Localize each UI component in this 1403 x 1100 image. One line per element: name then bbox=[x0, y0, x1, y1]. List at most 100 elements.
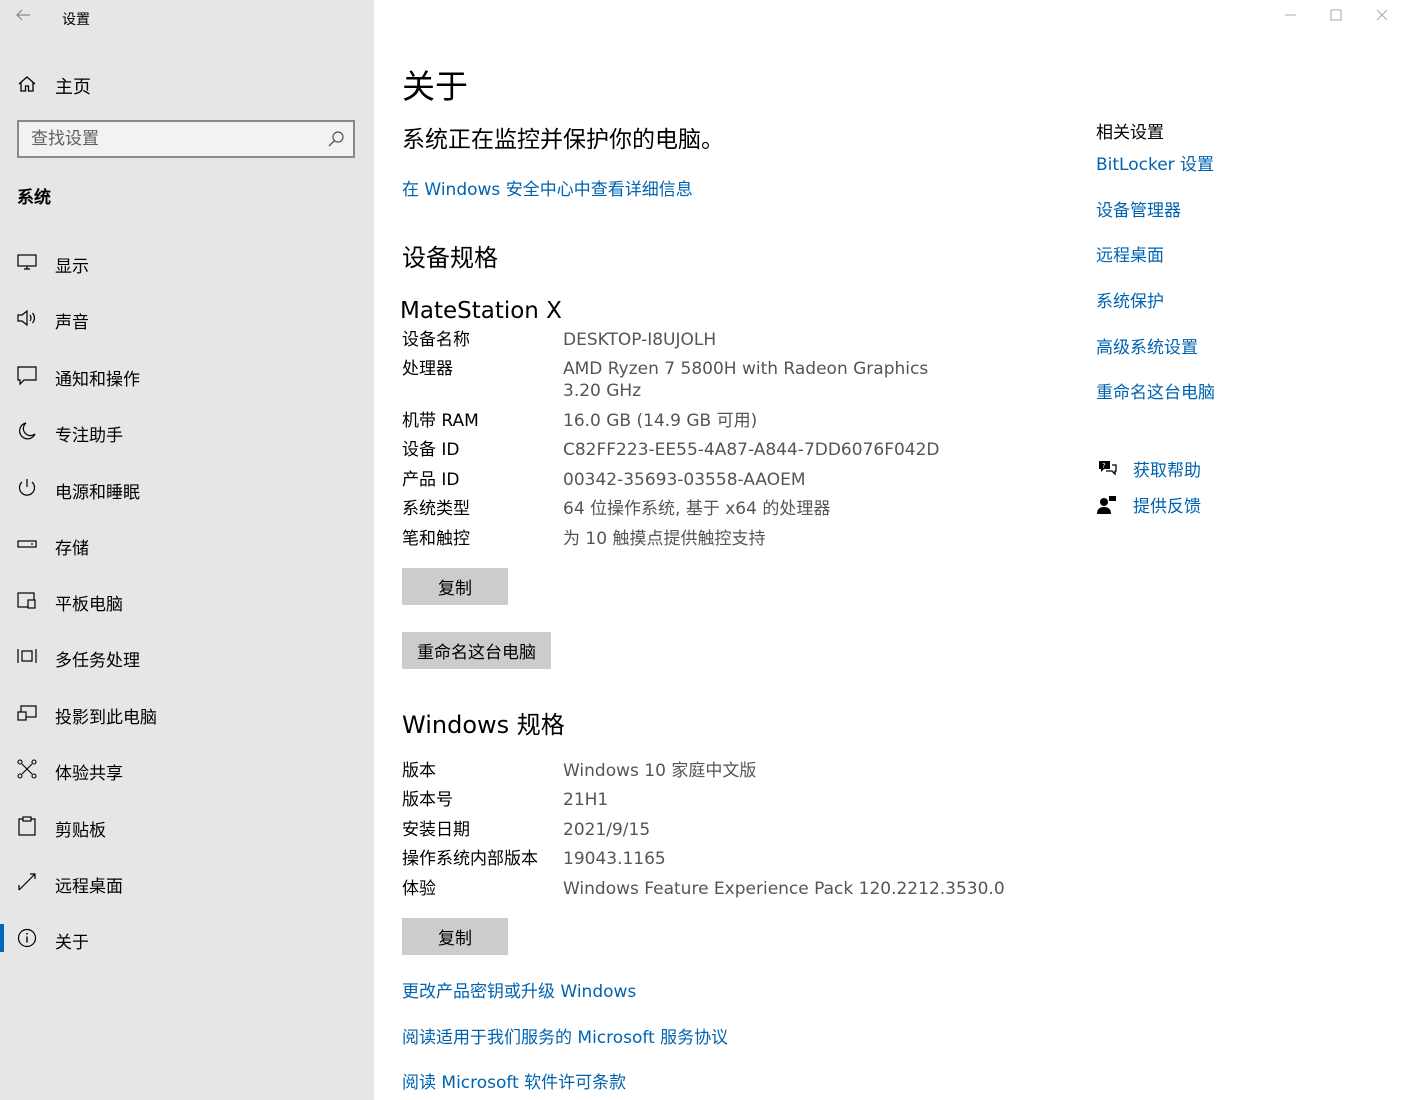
related-link-remote-desktop[interactable]: 远程桌面 bbox=[1096, 241, 1164, 266]
spec-value: Windows Feature Experience Pack 120.2212… bbox=[563, 879, 1005, 899]
app-title: 设置 bbox=[62, 12, 90, 28]
sidebar-item-label: 投影到此电脑 bbox=[55, 708, 157, 728]
sidebar-item-label: 多任务处理 bbox=[55, 651, 140, 671]
sidebar-item-label: 剪贴板 bbox=[55, 821, 106, 841]
spec-value: Windows 10 家庭中文版 bbox=[563, 761, 757, 781]
related-link-system-protection[interactable]: 系统保护 bbox=[1096, 287, 1164, 312]
device-spec-heading: 设备规格 bbox=[402, 244, 498, 272]
sidebar-item-power-sleep[interactable]: 电源和睡眠 bbox=[0, 466, 374, 510]
sidebar-item-label: 通知和操作 bbox=[55, 370, 140, 390]
clipboard-icon bbox=[18, 816, 36, 836]
storage-icon bbox=[17, 540, 37, 548]
home-icon bbox=[18, 76, 36, 92]
notification-icon bbox=[17, 366, 37, 386]
sidebar-item-display[interactable]: 显示 bbox=[0, 240, 374, 284]
rename-pc-button[interactable]: 重命名这台电脑 bbox=[402, 632, 551, 669]
protection-status: 系统正在监控并保护你的电脑。 bbox=[402, 127, 724, 153]
spec-value: 2021/9/15 bbox=[563, 820, 651, 840]
get-help-row[interactable]: ? 获取帮助 bbox=[1096, 456, 1316, 484]
spec-key: 设备名称 bbox=[402, 330, 470, 350]
sidebar-item-label: 电源和睡眠 bbox=[55, 483, 140, 503]
sidebar-item-label: 声音 bbox=[55, 313, 89, 333]
sidebar-item-remote-desktop[interactable]: 远程桌面 bbox=[0, 860, 374, 904]
sidebar-item-label: 体验共享 bbox=[55, 764, 123, 784]
spec-key: 操作系统内部版本 bbox=[402, 849, 538, 869]
spec-key: 笔和触控 bbox=[402, 529, 470, 549]
sidebar: 设置 主页 系统 显示 声音 通知和操作 bbox=[0, 0, 374, 1100]
copy-windows-spec-button[interactable]: 复制 bbox=[402, 918, 508, 955]
sidebar-item-label: 专注助手 bbox=[55, 426, 123, 446]
spec-key: 体验 bbox=[402, 879, 436, 899]
back-arrow-icon[interactable] bbox=[14, 6, 32, 24]
speaker-icon bbox=[17, 309, 36, 327]
multitask-icon bbox=[17, 649, 37, 663]
spec-value: 19043.1165 bbox=[563, 849, 666, 869]
spec-value: 21H1 bbox=[563, 790, 609, 810]
remote-desktop-icon bbox=[18, 873, 36, 891]
spec-value-line2: 3.20 GHz bbox=[563, 381, 642, 401]
related-link-device-manager[interactable]: 设备管理器 bbox=[1096, 196, 1181, 221]
sidebar-item-about[interactable]: 关于 bbox=[0, 916, 374, 960]
spec-value: C82FF223-EE55-4A87-A844-7DD6076F042D bbox=[563, 440, 940, 460]
search-input[interactable] bbox=[31, 122, 321, 156]
monitor-icon bbox=[17, 254, 37, 270]
sidebar-item-clipboard[interactable]: 剪贴板 bbox=[0, 804, 374, 848]
spec-value: 16.0 GB (14.9 GB 可用) bbox=[563, 411, 758, 431]
svg-text:?: ? bbox=[1102, 462, 1106, 470]
sidebar-item-shared-experiences[interactable]: 体验共享 bbox=[0, 747, 374, 791]
spec-value: 00342-35693-03558-AAOEM bbox=[563, 470, 806, 490]
change-product-key-link[interactable]: 更改产品密钥或升级 Windows bbox=[402, 977, 636, 1002]
help-chat-icon: ? bbox=[1099, 461, 1117, 476]
sidebar-item-storage[interactable]: 存储 bbox=[0, 522, 374, 566]
windows-spec-heading: Windows 规格 bbox=[402, 711, 565, 739]
sidebar-item-label: 平板电脑 bbox=[55, 595, 123, 615]
section-label-system: 系统 bbox=[17, 188, 51, 208]
spec-value: AMD Ryzen 7 5800H with Radeon Graphics bbox=[563, 359, 929, 379]
tablet-icon bbox=[17, 592, 36, 609]
related-link-bitlocker[interactable]: BitLocker 设置 bbox=[1096, 150, 1214, 175]
sidebar-home[interactable]: 主页 bbox=[0, 64, 374, 104]
spec-value: 64 位操作系统, 基于 x64 的处理器 bbox=[563, 499, 831, 519]
spec-value: DESKTOP-I8UJOLH bbox=[563, 330, 717, 350]
sidebar-item-label: 显示 bbox=[55, 257, 89, 277]
spec-key: 系统类型 bbox=[402, 499, 470, 519]
sidebar-item-multitasking[interactable]: 多任务处理 bbox=[0, 634, 374, 678]
spec-key: 处理器 bbox=[402, 359, 453, 379]
project-icon bbox=[17, 705, 37, 721]
device-model: MateStation X bbox=[400, 298, 562, 324]
related-link-advanced-system[interactable]: 高级系统设置 bbox=[1096, 333, 1198, 358]
sidebar-item-notifications[interactable]: 通知和操作 bbox=[0, 353, 374, 397]
search-box[interactable] bbox=[17, 120, 355, 158]
moon-icon bbox=[19, 422, 36, 440]
search-icon[interactable] bbox=[327, 130, 345, 148]
feedback-row[interactable]: 提供反馈 bbox=[1096, 492, 1316, 520]
page-title: 关于 bbox=[402, 67, 468, 106]
license-terms-link[interactable]: 阅读 Microsoft 软件许可条款 bbox=[402, 1068, 626, 1093]
related-link-rename-pc[interactable]: 重命名这台电脑 bbox=[1096, 378, 1215, 403]
spec-key: 版本号 bbox=[402, 790, 453, 810]
sidebar-item-label: 存储 bbox=[55, 539, 89, 559]
info-icon bbox=[17, 928, 37, 948]
feedback-link[interactable]: 提供反馈 bbox=[1133, 492, 1201, 517]
sidebar-item-label: 关于 bbox=[55, 933, 89, 953]
spec-key: 安装日期 bbox=[402, 820, 470, 840]
sidebar-item-tablet[interactable]: 平板电脑 bbox=[0, 578, 374, 622]
security-center-link[interactable]: 在 Windows 安全中心中查看详细信息 bbox=[402, 175, 693, 200]
spec-key: 产品 ID bbox=[402, 470, 460, 490]
feedback-person-icon bbox=[1097, 496, 1116, 514]
related-settings-title: 相关设置 bbox=[1096, 123, 1164, 143]
sidebar-item-project[interactable]: 投影到此电脑 bbox=[0, 691, 374, 735]
main-content: 关于 系统正在监控并保护你的电脑。 在 Windows 安全中心中查看详细信息 … bbox=[374, 0, 1403, 1100]
spec-key: 版本 bbox=[402, 761, 436, 781]
sidebar-home-label: 主页 bbox=[55, 77, 91, 98]
get-help-link[interactable]: 获取帮助 bbox=[1133, 456, 1201, 481]
share-icon bbox=[17, 759, 37, 779]
copy-device-spec-button[interactable]: 复制 bbox=[402, 568, 508, 605]
sidebar-item-sound[interactable]: 声音 bbox=[0, 296, 374, 340]
spec-key: 设备 ID bbox=[402, 440, 460, 460]
sidebar-item-focus-assist[interactable]: 专注助手 bbox=[0, 409, 374, 453]
service-agreement-link[interactable]: 阅读适用于我们服务的 Microsoft 服务协议 bbox=[402, 1023, 728, 1048]
power-icon bbox=[18, 479, 36, 496]
spec-value: 为 10 触摸点提供触控支持 bbox=[563, 529, 766, 549]
spec-key: 机带 RAM bbox=[402, 411, 479, 431]
